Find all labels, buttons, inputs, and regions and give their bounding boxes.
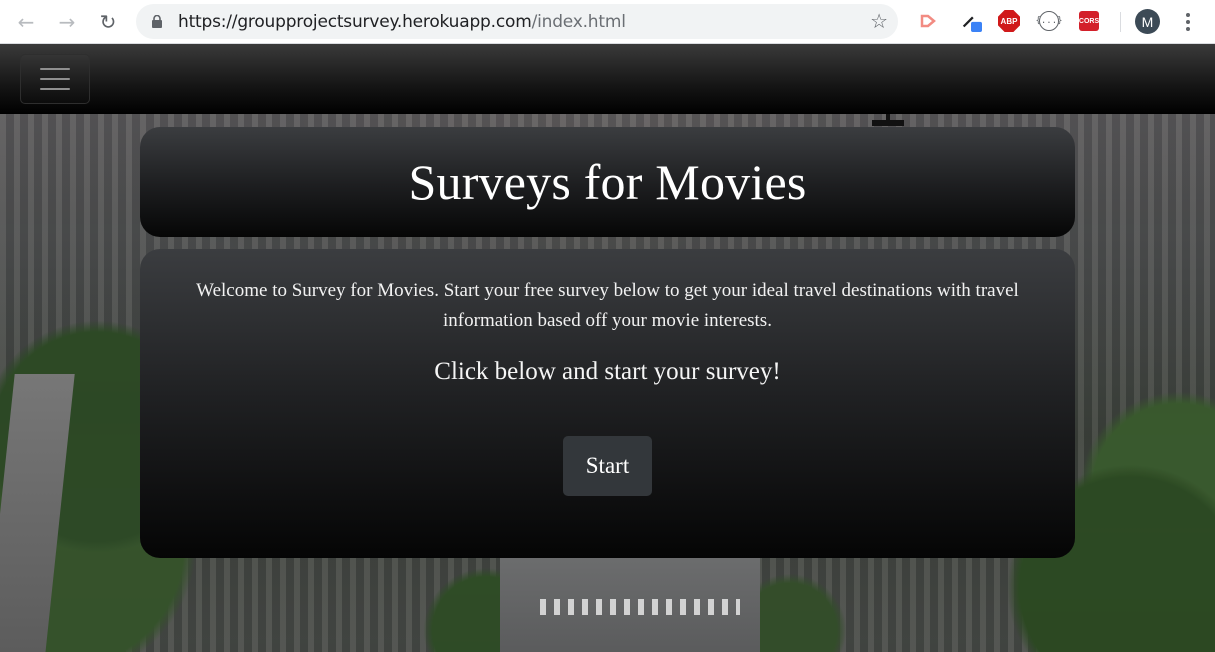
back-arrow-icon[interactable]: ←: [12, 8, 40, 36]
hamburger-icon[interactable]: [20, 54, 90, 104]
background-crosswalk: [540, 599, 740, 615]
start-survey-button[interactable]: Start: [563, 436, 652, 496]
cast-extension-icon[interactable]: [918, 10, 940, 32]
adblock-extension-icon[interactable]: ABP: [998, 10, 1020, 32]
forward-arrow-icon[interactable]: →: [53, 8, 81, 36]
site-navbar: [0, 44, 1215, 114]
cors-extension-icon[interactable]: CORS: [1078, 10, 1100, 32]
profile-avatar[interactable]: M: [1135, 9, 1160, 34]
page-title: Surveys for Movies: [408, 154, 807, 210]
welcome-text: Welcome to Survey for Movies. Start your…: [196, 280, 1019, 331]
title-card: Surveys for Movies: [140, 127, 1075, 237]
intro-card: Welcome to Survey for Movies. Start your…: [140, 249, 1075, 558]
background-tower-icon: [872, 114, 904, 126]
json-viewer-extension-icon[interactable]: {...}: [1035, 10, 1063, 32]
bookmark-star-icon[interactable]: ☆: [870, 9, 888, 33]
address-bar[interactable]: https://groupprojectsurvey.herokuapp.com…: [136, 4, 898, 39]
lock-icon: [152, 15, 162, 28]
url-text: https://groupprojectsurvey.herokuapp.com…: [178, 12, 626, 32]
toolbar-divider: [1120, 12, 1121, 32]
browser-toolbar: ← → ↻ https://groupprojectsurvey.herokua…: [0, 0, 1215, 44]
background-road: [500, 544, 760, 652]
reload-icon[interactable]: ↻: [94, 8, 122, 36]
browser-menu-icon[interactable]: [1178, 8, 1198, 36]
page-viewport: Surveys for Movies Welcome to Survey for…: [0, 44, 1215, 652]
eyedropper-extension-icon[interactable]: [960, 10, 982, 32]
call-to-action-text: Click below and start your survey!: [434, 358, 781, 385]
